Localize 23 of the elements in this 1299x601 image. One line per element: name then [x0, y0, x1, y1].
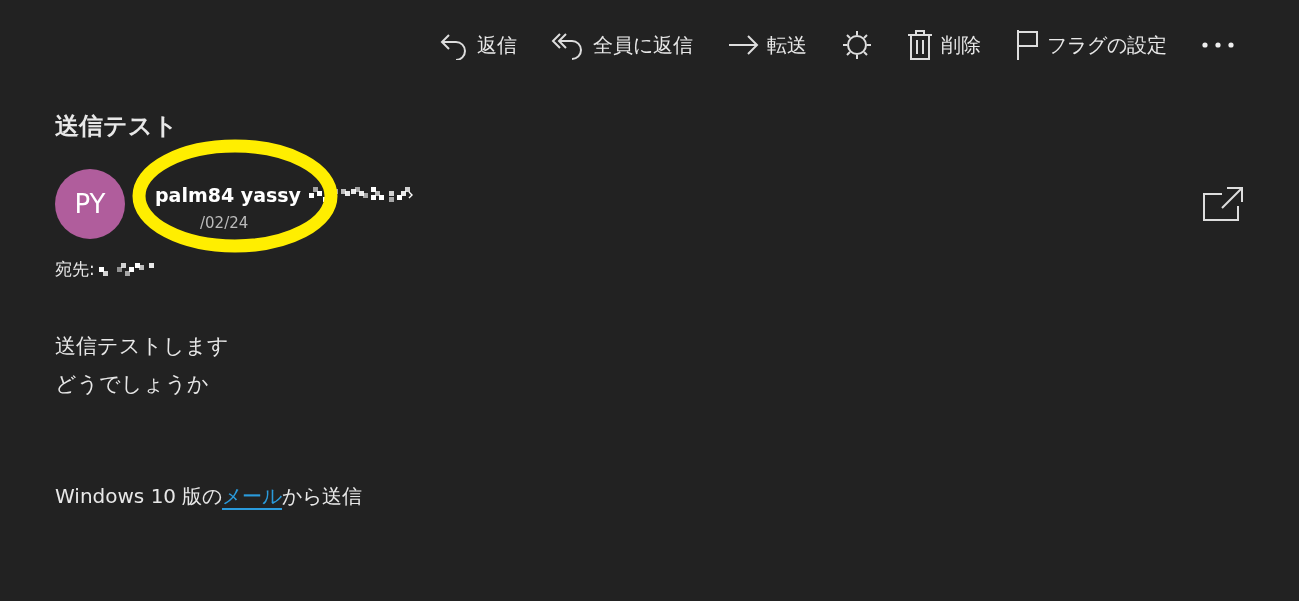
- sender-name: palm84 yassy: [155, 184, 301, 206]
- message-date: /02/24: [199, 214, 250, 232]
- body-text: どうでしょうか: [55, 371, 210, 398]
- forward-button[interactable]: 転送: [721, 27, 813, 63]
- delete-button[interactable]: 削除: [901, 25, 987, 65]
- flag-button[interactable]: フラグの設定: [1009, 25, 1173, 65]
- mail-app-link[interactable]: メール: [222, 484, 283, 510]
- right-arrow-icon: [727, 33, 759, 57]
- sun-icon: [841, 29, 873, 61]
- pop-out-button[interactable]: [1202, 186, 1244, 222]
- message-subject: 送信テスト: [55, 111, 179, 142]
- pop-out-icon: [1202, 186, 1244, 222]
- body-text: 送信テストします: [55, 333, 230, 360]
- reply-all-button[interactable]: 全員に返信: [545, 26, 699, 64]
- reply-all-arrow-icon: [551, 30, 585, 60]
- pixelated-recipient-drawing: [98, 262, 155, 277]
- avatar: PY: [55, 169, 125, 239]
- to-label: 宛先:: [55, 258, 95, 281]
- signature-text: Windows 10 版のメールから送信: [55, 483, 364, 510]
- more-icon: [1201, 41, 1235, 49]
- flag-icon: [1015, 29, 1039, 61]
- reply-button[interactable]: 返信: [433, 26, 523, 64]
- trash-icon: [907, 29, 933, 61]
